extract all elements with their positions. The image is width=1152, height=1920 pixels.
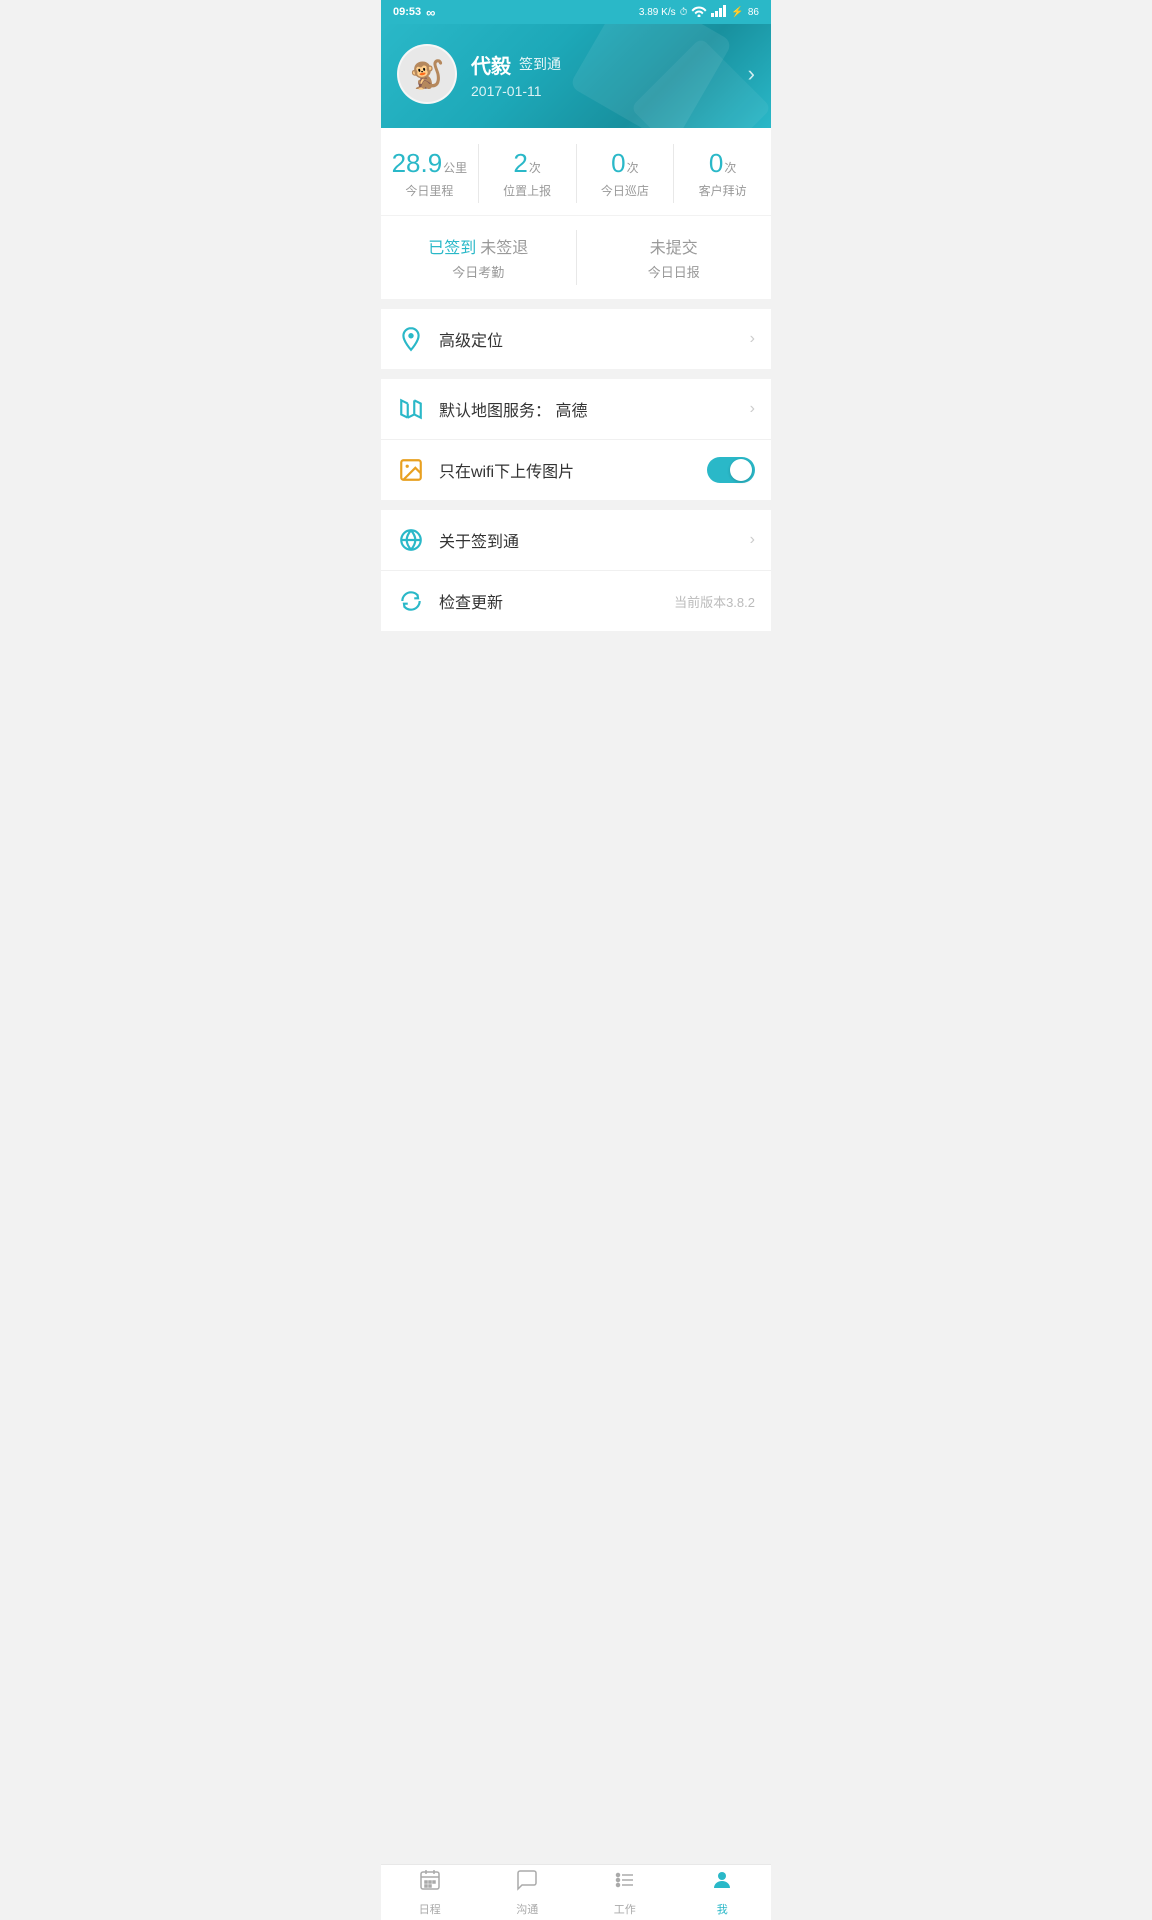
- calendar-icon: [418, 1868, 442, 1898]
- attendance-label: 今日考勤: [389, 262, 568, 281]
- header-left: 🐒 代毅 签到通 2017-01-11: [397, 44, 561, 104]
- nav-item-work[interactable]: 工作: [576, 1862, 674, 1920]
- menu-item-about[interactable]: 关于签到通 ›: [381, 510, 771, 571]
- header-date: 2017-01-11: [471, 83, 561, 99]
- menu-item-left: 检查更新: [397, 587, 503, 615]
- stats-section: 28.9 公里 今日里程 2 次 位置上报 0 次 今日巡店: [381, 128, 771, 215]
- attendance-status: 未提交: [585, 234, 764, 258]
- menu-label-update: 检查更新: [439, 589, 503, 613]
- header-name: 代毅 签到通: [471, 50, 561, 79]
- header-info: 代毅 签到通 2017-01-11: [471, 50, 561, 99]
- header-app-name: 签到通: [519, 54, 561, 74]
- attendance-checkin[interactable]: 已签到 未签退 今日考勤: [381, 230, 577, 285]
- chevron-icon: ›: [750, 330, 755, 348]
- stat-number: 0: [611, 148, 625, 179]
- refresh-icon: [397, 587, 425, 615]
- stats-row: 28.9 公里 今日里程 2 次 位置上报 0 次 今日巡店: [381, 144, 771, 203]
- globe-icon: [397, 526, 425, 554]
- chevron-icon: ›: [750, 400, 755, 418]
- stat-unit: 次: [529, 159, 541, 176]
- battery-level: 86: [748, 7, 759, 18]
- stat-number: 2: [513, 148, 527, 179]
- stat-distance: 28.9 公里 今日里程: [381, 144, 479, 203]
- chevron-icon: ›: [750, 531, 755, 549]
- menu-item-left: 关于签到通: [397, 526, 519, 554]
- image-upload-icon: [397, 456, 425, 484]
- charging-icon: ⚡: [731, 7, 743, 18]
- wifi-upload-toggle[interactable]: [707, 457, 755, 483]
- bottom-navigation: 日程 沟通 工作 我: [381, 1864, 771, 1920]
- menu-label-about: 关于签到通: [439, 528, 519, 552]
- status-right: 3.89 K/s ⏱ ⚡ 86: [639, 5, 759, 20]
- menu-item-left: 默认地图服务： 高德: [397, 395, 587, 423]
- stat-label: 客户拜访: [682, 182, 763, 199]
- list-icon: [613, 1868, 637, 1898]
- wifi-icon: [691, 5, 707, 20]
- stat-value: 0 次: [682, 148, 763, 179]
- profile-header[interactable]: 🐒 代毅 签到通 2017-01-11 ›: [381, 24, 771, 128]
- nav-label-chat: 沟通: [516, 1901, 538, 1917]
- section-divider-2: [381, 369, 771, 379]
- stat-reports: 2 次 位置上报: [479, 144, 577, 203]
- section-divider-1: [381, 299, 771, 309]
- signed-status: 已签到: [428, 234, 476, 258]
- stat-label: 今日里程: [389, 182, 470, 199]
- nav-label-work: 工作: [614, 1901, 636, 1917]
- menu-section-about: 关于签到通 › 检查更新 当前版本3.8.2: [381, 510, 771, 631]
- report-unsigned-status: 未提交: [650, 234, 698, 258]
- section-divider-3: [381, 500, 771, 510]
- nav-label-me: 我: [717, 1901, 728, 1917]
- menu-label-wifi-upload: 只在wifi下上传图片: [439, 458, 574, 482]
- unsigned-status: 未签退: [480, 234, 528, 258]
- menu-item-left: 高级定位: [397, 325, 503, 353]
- menu-label-location: 高级定位: [439, 327, 503, 351]
- attendance-section: 已签到 未签退 今日考勤 未提交 今日日报: [381, 216, 771, 299]
- menu-item-map[interactable]: 默认地图服务： 高德 ›: [381, 379, 771, 440]
- nav-item-chat[interactable]: 沟通: [479, 1862, 577, 1920]
- menu-section-settings: 默认地图服务： 高德 › 只在wifi下上传图片: [381, 379, 771, 500]
- nav-item-schedule[interactable]: 日程: [381, 1862, 479, 1920]
- stat-number: 0: [709, 148, 723, 179]
- stat-label: 位置上报: [487, 182, 568, 199]
- attendance-label: 今日日报: [585, 262, 764, 281]
- status-bar: 09:53 ∞ 3.89 K/s ⏱ ⚡ 86: [381, 0, 771, 24]
- stat-unit: 次: [627, 159, 639, 176]
- status-time: 09:53: [393, 6, 421, 18]
- header-chevron-icon[interactable]: ›: [748, 61, 755, 87]
- infinity-icon: ∞: [426, 5, 435, 20]
- signal-icon: [711, 5, 727, 20]
- main-content: 🐒 代毅 签到通 2017-01-11 › 28.9 公里 今日里程: [381, 24, 771, 687]
- avatar: 🐒: [397, 44, 457, 104]
- menu-item-wifi-upload[interactable]: 只在wifi下上传图片: [381, 440, 771, 500]
- location-icon: [397, 325, 425, 353]
- stat-visits-shop: 0 次 今日巡店: [577, 144, 675, 203]
- stat-unit: 公里: [443, 159, 467, 176]
- toggle-knob: [730, 459, 752, 481]
- person-icon: [710, 1868, 734, 1898]
- menu-item-left: 只在wifi下上传图片: [397, 456, 574, 484]
- status-left: 09:53 ∞: [393, 5, 435, 20]
- chat-icon: [515, 1868, 539, 1898]
- menu-item-update[interactable]: 检查更新 当前版本3.8.2: [381, 571, 771, 631]
- menu-item-location[interactable]: 高级定位 ›: [381, 309, 771, 369]
- stat-number: 28.9: [392, 148, 443, 179]
- stat-label: 今日巡店: [585, 182, 666, 199]
- attendance-report[interactable]: 未提交 今日日报: [577, 230, 772, 285]
- version-text: 当前版本3.8.2: [674, 592, 755, 611]
- network-speed: 3.89 K/s: [639, 7, 676, 18]
- stat-unit: 次: [724, 159, 736, 176]
- menu-label-map: 默认地图服务： 高德: [439, 397, 587, 421]
- stat-value: 2 次: [487, 148, 568, 179]
- stat-value: 0 次: [585, 148, 666, 179]
- stat-value: 28.9 公里: [389, 148, 470, 179]
- nav-item-me[interactable]: 我: [674, 1862, 772, 1920]
- clock-icon: ⏱: [680, 7, 688, 18]
- stat-customer-visits: 0 次 客户拜访: [674, 144, 771, 203]
- map-icon: [397, 395, 425, 423]
- menu-section-location: 高级定位 ›: [381, 309, 771, 369]
- nav-label-schedule: 日程: [419, 1901, 441, 1917]
- attendance-status: 已签到 未签退: [389, 234, 568, 258]
